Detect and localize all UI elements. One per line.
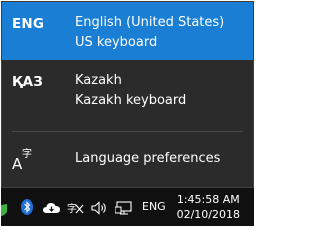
language-icon: A 字 (12, 146, 34, 173)
divider (12, 131, 243, 132)
language-code: ҚАЗ (12, 74, 44, 90)
language-code: ENG (12, 16, 45, 32)
language-preferences-label: Language preferences (75, 151, 221, 166)
keyboard-layout-name: Kazakh keyboard (75, 93, 187, 108)
clock[interactable]: 1:45:58 AM 02/10/2018 (177, 192, 240, 222)
keyboard-layout-name: US keyboard (75, 35, 158, 50)
input-language-flyout: ENG English (United States) US keyboard … (1, 1, 254, 188)
language-preferences-link[interactable]: A 字 Language preferences (2, 134, 253, 186)
screen: ENG English (United States) US keyboard … (0, 0, 255, 227)
clock-date: 02/10/2018 (176, 208, 240, 221)
onedrive-cloud-icon[interactable] (43, 200, 61, 216)
clock-time: 1:45:58 AM (176, 193, 240, 206)
language-item-english[interactable]: ENG English (United States) US keyboard (2, 2, 253, 60)
security-shield-icon[interactable] (1, 202, 7, 218)
svg-text:字: 字 (67, 202, 77, 215)
language-item-kazakh[interactable]: ҚАЗ Kazakh Kazakh keyboard (2, 60, 253, 118)
taskbar: 字 ENG 1:45:58 AM 02/10/2018 (1, 188, 254, 226)
ime-mode-icon[interactable]: 字 (67, 200, 85, 216)
input-indicator[interactable]: ENG (142, 200, 166, 213)
network-icon[interactable] (115, 200, 133, 216)
language-name: Kazakh (75, 73, 122, 88)
volume-icon[interactable] (91, 200, 109, 216)
svg-text:字: 字 (22, 147, 32, 160)
bluetooth-icon[interactable] (21, 199, 33, 215)
language-name: English (United States) (75, 15, 225, 30)
